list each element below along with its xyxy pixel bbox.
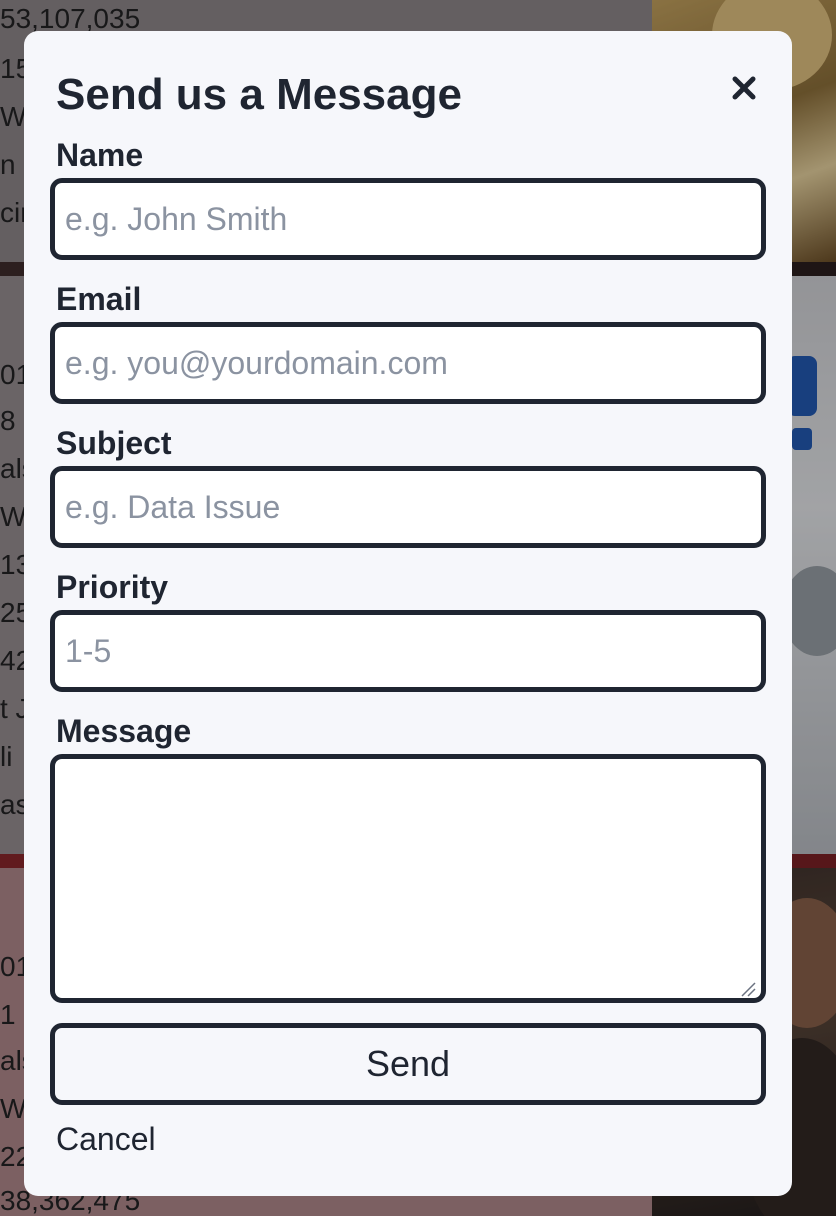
contact-modal: Send us a Message Name Email Subject Pri… xyxy=(24,31,792,1196)
priority-field[interactable] xyxy=(50,610,766,692)
priority-label: Priority xyxy=(56,569,169,605)
close-button[interactable] xyxy=(724,67,764,107)
name-label: Name xyxy=(56,137,144,173)
cancel-button[interactable]: Cancel xyxy=(56,1119,156,1159)
name-field[interactable] xyxy=(50,178,766,260)
email-label: Email xyxy=(56,281,142,317)
subject-field[interactable] xyxy=(50,466,766,548)
modal-title: Send us a Message xyxy=(56,70,462,119)
resize-handle-icon[interactable] xyxy=(740,981,756,997)
close-icon xyxy=(732,76,756,100)
message-textarea[interactable] xyxy=(50,754,766,1003)
email-field[interactable] xyxy=(50,322,766,404)
subject-label: Subject xyxy=(56,425,172,461)
send-button[interactable]: Send xyxy=(50,1023,766,1105)
message-label: Message xyxy=(56,713,192,749)
